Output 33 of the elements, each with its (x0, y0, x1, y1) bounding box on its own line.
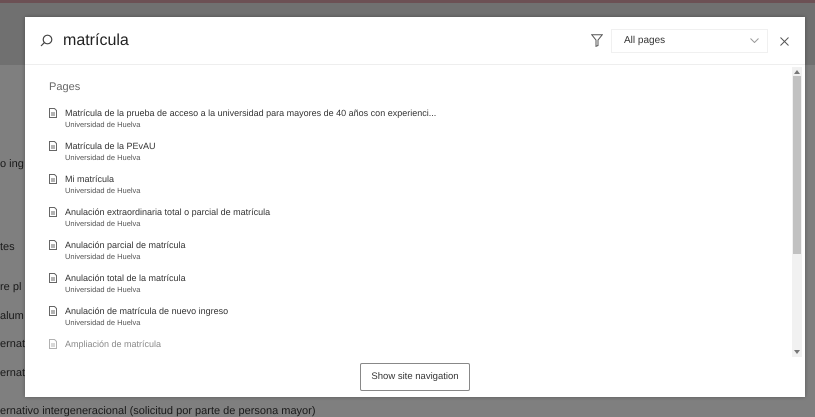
filter-icon[interactable] (591, 34, 603, 47)
result-title-link[interactable]: Anulación de matrícula de nuevo ingreso (65, 304, 228, 316)
document-icon (49, 174, 57, 184)
scope-dropdown[interactable]: All pages (611, 28, 768, 52)
result-title-link[interactable]: Mi matrícula (65, 172, 140, 184)
scrollbar[interactable] (792, 67, 802, 357)
result-title-link[interactable]: Matrícula de la prueba de acceso a la universidad para mayores de 40 años con experienci... (65, 106, 436, 118)
result-title-link[interactable]: Anulación extraordinaria total o parcial de matrícula (65, 206, 270, 218)
search-field[interactable]: matrícula (63, 28, 591, 52)
show-site-navigation-button[interactable]: Show site navigation (360, 362, 470, 392)
background-text: re pl (0, 280, 22, 295)
background-text: ernat (0, 337, 26, 352)
chevron-down-icon (750, 38, 759, 43)
background-text: alum (0, 309, 24, 324)
background-text: o ing (0, 157, 24, 172)
background-text: ernativo intergeneracional (solicitud por parte de persona mayor) (0, 404, 316, 417)
document-icon (49, 140, 57, 150)
document-icon (49, 206, 57, 216)
result-title-link[interactable]: Matrícula de la PEvAU (65, 140, 156, 152)
document-icon (49, 338, 57, 348)
document-icon (49, 240, 57, 250)
section-heading: Pages (49, 80, 82, 95)
search-icon (40, 34, 53, 47)
result-title-link[interactable]: Ampliación de matrícula (65, 338, 162, 350)
result-title-link[interactable]: Anulación total de la matrícula (65, 272, 186, 284)
document-icon (49, 306, 57, 316)
document-icon (49, 108, 57, 118)
background-text: ernat (0, 366, 26, 381)
scroll-down-icon[interactable] (794, 350, 800, 354)
background-text: tes (0, 240, 15, 255)
scroll-up-icon[interactable] (794, 70, 800, 74)
result-title-link[interactable]: Anulación parcial de matrícula (65, 238, 186, 250)
document-icon (49, 272, 57, 282)
